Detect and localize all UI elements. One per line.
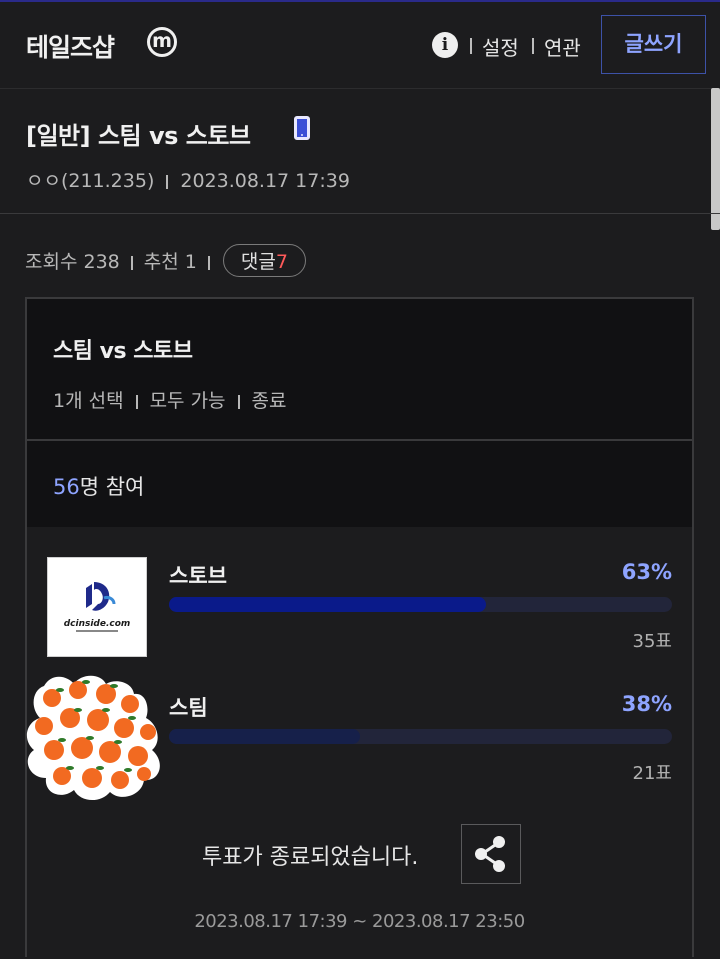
- recommend-count: 추천 1: [143, 251, 197, 273]
- divider: [130, 255, 133, 270]
- share-button[interactable]: [461, 824, 521, 884]
- write-button[interactable]: 글쓰기: [601, 15, 706, 74]
- header: 테일즈샵 m i 설정 연관 글쓰기: [0, 2, 720, 89]
- poll-item-percent: 63%: [621, 560, 672, 584]
- poll-box: 스팀 vs 스토브 1개 선택 모두 가능 종료 56명 참여 dcinside.c…: [25, 297, 694, 959]
- poll-item-label: 스토브: [169, 564, 227, 588]
- mobile-icon: [294, 116, 310, 140]
- view-count: 조회수 238: [25, 251, 120, 273]
- poll-header: 스팀 vs 스토브 1개 선택 모두 가능 종료: [27, 299, 692, 441]
- poll-progress-fill: [169, 729, 361, 744]
- settings-link[interactable]: 설정: [482, 32, 519, 61]
- poll-item-votes: 35표: [632, 631, 672, 652]
- poll-item-percent: 38%: [621, 692, 672, 716]
- poll-item-label: 스팀: [169, 696, 208, 720]
- poll-progress-fill: [169, 597, 486, 612]
- post-stats: 조회수 238 추천 1 댓글7: [25, 244, 306, 277]
- divider: [470, 38, 472, 54]
- participants-suffix: 명 참여: [79, 475, 145, 499]
- gallery-title[interactable]: 테일즈샵: [26, 28, 115, 64]
- poll-progress-bar: [169, 729, 672, 744]
- divider: [532, 38, 534, 54]
- comment-count: 7: [275, 251, 288, 273]
- comment-label: 댓글: [240, 251, 276, 273]
- dcinside-logo-thumbnail: dcinside.com: [47, 557, 147, 657]
- poll-option-all: 모두 가능: [149, 390, 226, 412]
- poll-ended-text: 투표가 종료되었습니다.: [202, 845, 419, 870]
- poll-period: 2023.08.17 17:39 ~ 2023.08.17 23:50: [194, 911, 525, 932]
- comment-button[interactable]: 댓글7: [222, 244, 306, 277]
- poll-participants: 56명 참여: [27, 441, 692, 527]
- poll-item-stove: dcinside.com 스토브 63% 35표: [47, 557, 672, 667]
- poll-option-single: 1개 선택: [53, 390, 124, 412]
- poll-options: 1개 선택 모두 가능 종료: [53, 386, 287, 413]
- orange-pattern-thumbnail: [26, 675, 160, 801]
- svg-text:dcinside.com: dcinside.com: [64, 619, 131, 629]
- post-title: [일반] 스팀 vs 스토브: [26, 122, 251, 150]
- post-meta: ㅇㅇ(211.235) 2023.08.17 17:39: [26, 166, 350, 193]
- info-icon[interactable]: i: [432, 32, 458, 58]
- participants-count: 56: [53, 475, 80, 499]
- share-icon: [475, 836, 505, 872]
- divider: [166, 174, 169, 189]
- poll-option-ended: 종료: [251, 390, 287, 412]
- poll-item-votes: 21표: [632, 763, 672, 784]
- post-header: [일반] 스팀 vs 스토브 ㅇㅇ(211.235) 2023.08.17 17:…: [0, 88, 720, 214]
- participants-text: 56명 참여: [53, 471, 144, 501]
- divider: [237, 394, 240, 409]
- related-link[interactable]: 연관: [544, 32, 581, 61]
- author-name[interactable]: ㅇㅇ(211.235): [26, 166, 154, 193]
- divider: [135, 394, 138, 409]
- poll-progress-bar: [169, 597, 672, 612]
- divider: [207, 255, 210, 270]
- poll-title: 스팀 vs 스토브: [53, 339, 193, 364]
- minor-gallery-badge: m: [147, 27, 177, 57]
- dcinside-logo: dcinside.com: [64, 582, 131, 632]
- post-datetime: 2023.08.17 17:39: [180, 170, 350, 192]
